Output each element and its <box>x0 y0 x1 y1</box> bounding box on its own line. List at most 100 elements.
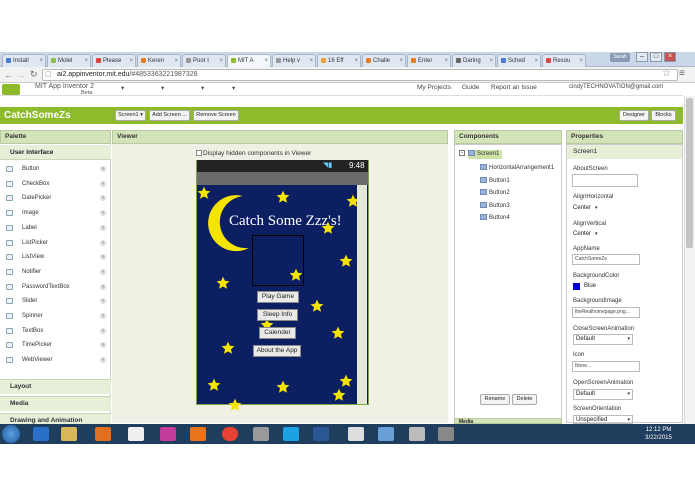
browser-tab[interactable]: Please × <box>92 54 136 67</box>
palette-item-timepicker[interactable]: TimePicker? <box>0 338 111 352</box>
maximize-icon[interactable]: □ <box>650 52 662 62</box>
palette-item-listpicker[interactable]: ListPicker? <box>0 236 111 250</box>
browser-tab[interactable]: Molel × <box>47 54 91 67</box>
start-button-icon[interactable] <box>2 425 20 443</box>
screen-select-button[interactable]: Screen1 ▾ <box>115 110 146 121</box>
tree-collapse-icon[interactable]: - <box>459 150 465 156</box>
tab-close-icon[interactable]: × <box>219 55 223 67</box>
tab-close-icon[interactable]: × <box>84 55 88 67</box>
chrome-icon[interactable] <box>222 427 238 441</box>
palette-item-label[interactable]: Label? <box>0 221 111 235</box>
prop-closeanim-select[interactable]: Default ▾ <box>573 334 633 345</box>
minimize-icon[interactable]: – <box>636 52 648 62</box>
palette-item-webviewer[interactable]: WebViewer? <box>0 353 111 367</box>
tab-close-icon[interactable]: × <box>264 55 268 67</box>
close-icon[interactable]: × <box>664 52 676 62</box>
tree-item[interactable]: HorizontalArrangement1 <box>480 164 554 173</box>
tree-item[interactable]: Button1 <box>480 177 510 186</box>
prop-openanim-select[interactable]: Default ▾ <box>573 389 633 400</box>
tree-item[interactable]: Button4 <box>480 214 510 223</box>
prop-appname-input[interactable]: CatchSomeZs <box>572 254 640 265</box>
palette-group[interactable]: Media <box>0 396 111 411</box>
app3-icon[interactable] <box>378 427 394 441</box>
explorer-icon[interactable] <box>61 427 77 441</box>
browser-tab[interactable]: MIT A × <box>227 54 271 67</box>
browser-tab[interactable]: Help v × <box>272 54 316 67</box>
word-icon[interactable] <box>313 427 329 441</box>
help-icon[interactable]: ? <box>100 283 106 290</box>
app-button-3[interactable]: Calender <box>259 327 296 339</box>
palette-item-passwordtextbox[interactable]: PasswordTextBox? <box>0 280 111 294</box>
prop-orientation-select[interactable]: Unspecified ▾ <box>573 415 633 424</box>
help-icon[interactable]: ? <box>100 327 106 334</box>
paint-icon[interactable] <box>409 427 425 441</box>
prop-bgimage-input[interactable]: theRealhomepage.png... <box>572 307 640 318</box>
header-link[interactable]: Guide <box>462 84 479 91</box>
help-icon[interactable]: ? <box>100 180 106 187</box>
tab-close-icon[interactable]: × <box>489 55 493 67</box>
taskbar-clock[interactable]: 12:12 PM 3/22/2015 <box>636 426 681 442</box>
app-icon[interactable] <box>160 427 176 441</box>
tree-item[interactable]: Button2 <box>480 189 510 198</box>
tab-close-icon[interactable]: × <box>579 55 583 67</box>
palette-item-datepicker[interactable]: DatePicker? <box>0 191 111 205</box>
app-button-4[interactable]: About the App <box>253 345 301 357</box>
browser-user-badge[interactable]: Sarah <box>610 53 630 62</box>
palette-group-ui[interactable]: User Interface <box>0 145 111 160</box>
help-icon[interactable]: ? <box>100 224 106 231</box>
palette-item-textbox[interactable]: TextBox? <box>0 324 111 338</box>
palette-item-slider[interactable]: Slider? <box>0 294 111 308</box>
ie-icon[interactable] <box>33 427 49 441</box>
tab-close-icon[interactable]: × <box>309 55 313 67</box>
firefox-icon[interactable] <box>190 427 206 441</box>
tab-close-icon[interactable]: × <box>399 55 403 67</box>
palette-item-image[interactable]: Image? <box>0 206 111 220</box>
reload-icon[interactable]: ↻ <box>30 69 38 80</box>
chrome-menu-icon[interactable]: ≡ <box>679 68 685 79</box>
tab-close-icon[interactable]: × <box>39 55 43 67</box>
palette-item-listview[interactable]: ListView? <box>0 250 111 264</box>
camera-icon[interactable] <box>128 427 144 441</box>
app-button-1[interactable]: Play Game <box>257 291 299 303</box>
palette-item-checkbox[interactable]: CheckBox? <box>0 177 111 191</box>
add-screen-button[interactable]: Add Screen ... <box>149 110 190 121</box>
browser-tab[interactable]: 16 Eff × <box>317 54 361 67</box>
browser-tab[interactable]: Keren × <box>137 54 181 67</box>
prop-bgcolor-value[interactable]: Blue <box>584 283 596 289</box>
app-button-2[interactable]: Sleep Info <box>257 309 298 321</box>
tree-item-screen1[interactable]: Screen1 <box>468 150 503 159</box>
browser-tab[interactable]: Poor l × <box>182 54 226 67</box>
browser-tab[interactable]: Daring × <box>452 54 496 67</box>
bookmark-star-icon[interactable]: ☆ <box>662 68 671 79</box>
help-icon[interactable]: ? <box>100 239 106 246</box>
browser-tab[interactable]: Install × <box>2 54 46 67</box>
palette-item-notifier[interactable]: Notifier? <box>0 265 111 279</box>
menu-connect[interactable]: Connect ▾ <box>161 84 185 175</box>
page-scrollbar-thumb[interactable] <box>686 98 693 248</box>
prop-about-input[interactable] <box>572 174 638 187</box>
app2-icon[interactable] <box>253 427 269 441</box>
menu-projects[interactable]: Projects ▾ <box>121 84 144 175</box>
browser-tab[interactable]: Challe × <box>362 54 406 67</box>
palette-item-spinner[interactable]: Spinner? <box>0 309 111 323</box>
header-link[interactable]: Report an Issue <box>491 84 537 91</box>
tab-close-icon[interactable]: × <box>174 55 178 67</box>
account-menu[interactable]: cindyTECHNOVATION@gmail.com <box>569 84 663 90</box>
blocks-button[interactable]: Blocks <box>651 110 676 121</box>
palette-item-button[interactable]: Button? <box>0 162 111 176</box>
phone-scrollbar[interactable] <box>357 185 367 404</box>
tree-item[interactable]: Button3 <box>480 202 510 211</box>
menu-build[interactable]: Build ▾ <box>201 84 215 175</box>
rename-button[interactable]: Rename <box>480 394 510 405</box>
bgcolor-swatch[interactable] <box>573 283 580 290</box>
menu-help[interactable]: Help ▾ <box>232 84 245 175</box>
prop-alignh-select[interactable]: Center ▾ <box>573 203 598 213</box>
appinventor-logo-icon[interactable] <box>2 84 20 95</box>
tab-close-icon[interactable]: × <box>444 55 448 67</box>
media-player-icon[interactable] <box>95 427 111 441</box>
tab-close-icon[interactable]: × <box>129 55 133 67</box>
help-icon[interactable]: ? <box>100 268 106 275</box>
back-icon[interactable]: ← <box>4 70 13 80</box>
help-icon[interactable]: ? <box>100 166 106 172</box>
header-link[interactable]: My Projects <box>417 84 451 91</box>
